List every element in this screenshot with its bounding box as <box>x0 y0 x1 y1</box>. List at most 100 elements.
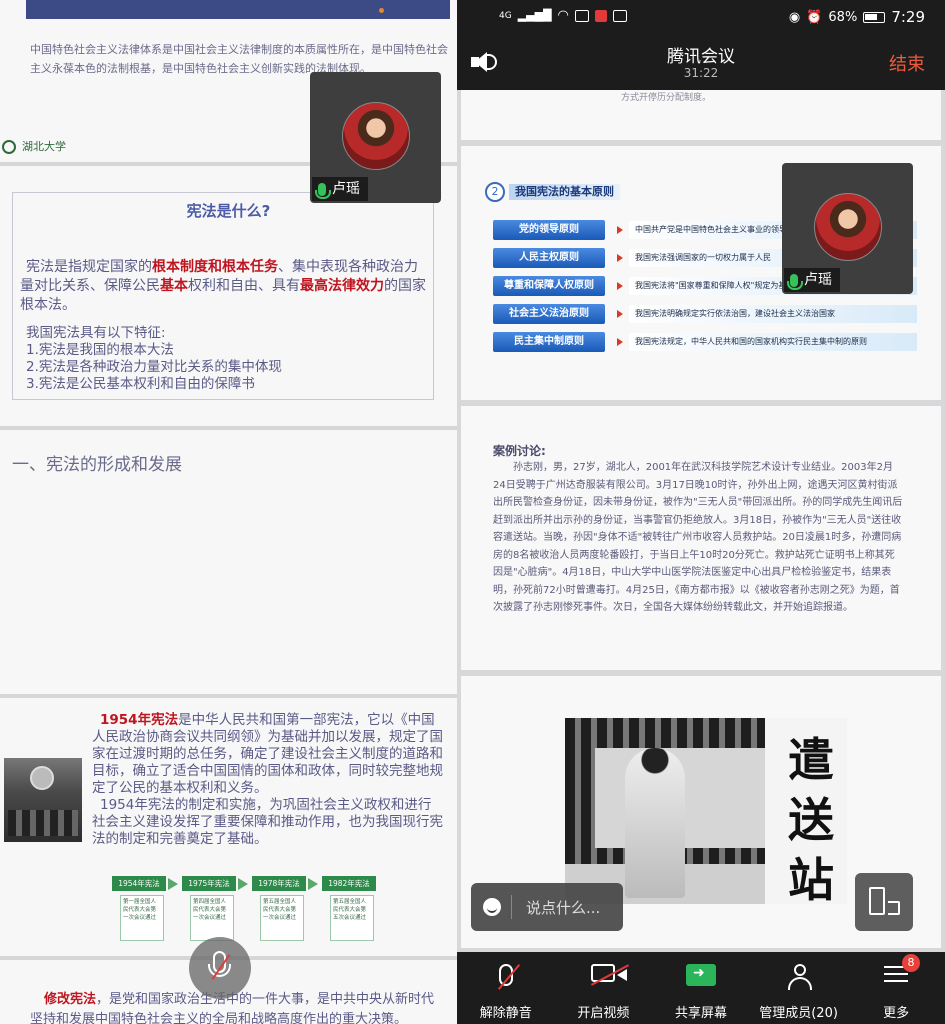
mic-active-icon <box>787 273 803 290</box>
principle-desc: 我国宪法规定，中华人民共和国的国家机构实行民主集中制的原则 <box>629 333 917 351</box>
principle-label: 民主集中制原则 <box>493 332 605 352</box>
timeline-item: 1978年宪法 第五届全国人民代表大会第一次会议通过 <box>252 876 306 941</box>
timeline-arrow-icon <box>238 878 248 890</box>
rotate-screen-button[interactable] <box>855 873 913 931</box>
constitution-1954-text: 1954年宪法是中华人民共和国第一部宪法，它以《中国人民政治协商会议共同纲领》为… <box>92 712 444 848</box>
sign-char: 送 <box>788 793 834 847</box>
status-bar: 4G ▂▄▆█ ◠ ◉ ⏰ 68% 7:29 <box>457 0 945 34</box>
meeting-timer: 31:22 <box>683 66 719 80</box>
participant-avatar <box>342 102 410 170</box>
timeline-desc: 第一届全国人民代表大会第一次会议通过 <box>120 895 164 941</box>
status-right: ◉ ⏰ 68% 7:29 <box>789 8 925 26</box>
signal-icon: ▂▄▆█ <box>517 9 552 22</box>
principle-label: 党的领导原则 <box>493 220 605 240</box>
shared-slide-case: 案例讨论: 孙志刚，男，27岁，湖北人，2001年在武汉科技学院艺术设计专业结业… <box>461 406 941 670</box>
recording-icon <box>594 9 607 22</box>
timeline-year: 1975年宪法 <box>182 876 236 891</box>
slide-top-text: 方式开停历分配制度。 <box>621 93 712 103</box>
photo-person <box>625 748 685 898</box>
emoji-icon[interactable] <box>483 898 501 916</box>
feature-item: 3.宪法是公民基本权利和自由的保障书 <box>26 376 255 392</box>
section-number: 2 <box>485 182 505 202</box>
toolbar-label: 共享屏幕 <box>674 1006 727 1021</box>
features-list: 我国宪法具有以下特征: 1.宪法是我国的根本大法 2.宪法是各种政治力量对比关系… <box>26 325 426 393</box>
manage-members-button[interactable]: 管理成员(20) <box>750 952 848 1024</box>
def-highlight: 基本 <box>160 278 188 294</box>
status-left: 4G ▂▄▆█ ◠ <box>499 8 627 23</box>
arrow-icon <box>617 254 623 262</box>
share-screen-icon <box>685 964 716 986</box>
battery-percent: 68% <box>828 9 858 25</box>
national-emblem-icon <box>30 766 54 790</box>
phone-portrait-icon <box>869 887 885 915</box>
text-highlight: 1954年宪法 <box>100 712 179 728</box>
mic-active-icon <box>315 182 331 199</box>
timeline-arrow-icon <box>168 878 178 890</box>
meeting-top-bar: 腾讯会议 31:22 结束 <box>457 34 945 90</box>
timeline-item: 1982年宪法 第五届全国人民代表大会第五次会议通过 <box>322 876 376 941</box>
arrow-icon <box>617 226 623 234</box>
toolbar-label: 管理成员(20) <box>759 1006 838 1021</box>
header-dot <box>379 8 384 13</box>
alarm-icon: ⏰ <box>806 9 823 25</box>
text-highlight: 修改宪法 <box>44 992 97 1007</box>
def-part: 宪法是指规定国家的 <box>26 259 152 275</box>
participant-video-tile[interactable]: 卢瑶 <box>782 163 913 294</box>
slide-2-title: 宪法是什么? <box>186 202 271 220</box>
case-text: 孙志刚，男，27岁，湖北人，2001年在武汉科技学院艺术设计专业结业。2003年… <box>493 462 903 613</box>
principle-label: 社会主义法治原则 <box>493 304 605 324</box>
participant-name-tag: 卢瑶 <box>784 268 840 292</box>
section-heading: 一、宪法的形成和发展 <box>12 455 182 475</box>
principle-label: 人民主权原则 <box>493 248 605 268</box>
timeline-year: 1978年宪法 <box>252 876 306 891</box>
timeline-desc: 第四届全国人民代表大会第一次会议通过 <box>190 895 234 941</box>
participant-video-tile[interactable]: 卢瑶 <box>310 72 441 203</box>
participant-avatar <box>814 193 882 261</box>
university-logo-text: 湖北大学 <box>22 140 66 153</box>
meeting-toolbar: 解除静音 开启视频 共享屏幕 管理成员(20) 8 更多 <box>457 952 945 1024</box>
chat-placeholder: 说点什么... <box>526 898 601 917</box>
university-logo: 湖北大学 <box>2 138 66 154</box>
meeting-title[interactable]: 腾讯会议 <box>457 42 945 67</box>
mic-muted-icon <box>497 964 520 990</box>
participant-name: 卢瑶 <box>804 272 832 288</box>
toolbar-label: 开启视频 <box>577 1006 630 1021</box>
feature-item: 2.宪法是各种政治力量对比关系的集中体现 <box>26 359 282 375</box>
case-title: 案例讨论: <box>493 444 546 458</box>
chat-input[interactable]: 说点什么... <box>471 883 623 931</box>
more-button[interactable]: 8 更多 <box>847 952 945 1024</box>
wifi-icon: ◠ <box>557 8 569 23</box>
shared-slide-top: 方式开停历分配制度。 <box>461 90 941 140</box>
members-icon <box>784 964 814 990</box>
sign-char: 遣 <box>788 733 834 787</box>
clock: 7:29 <box>891 8 925 26</box>
constitution-definition: 宪法是指规定国家的根本制度和根本任务、集中表现各种政治力量对比关系、保障公民基本… <box>20 258 430 315</box>
principle-desc: 我国宪法明确规定实行依法治国，建设社会主义法治国家 <box>629 305 917 323</box>
floating-mic-button[interactable] <box>189 937 251 999</box>
eye-icon: ◉ <box>788 9 801 25</box>
def-part: 权利和自由、具有 <box>188 278 300 294</box>
app-notification-icon <box>612 9 627 22</box>
slide-header-bar <box>26 0 450 19</box>
def-highlight: 最高法律效力 <box>300 278 384 294</box>
slide-3: 一、宪法的形成和发展 <box>0 430 457 694</box>
timeline-item: 1954年宪法 第一届全国人民代表大会第一次会议通过 <box>112 876 166 941</box>
arrow-icon <box>617 338 623 346</box>
unmute-button[interactable]: 解除静音 <box>457 952 555 1024</box>
people-silhouettes <box>8 810 78 836</box>
end-meeting-button[interactable]: 结束 <box>889 50 925 76</box>
network-indicator: 4G <box>499 10 512 21</box>
notification-badge: 8 <box>902 954 921 972</box>
constitution-timeline: 1954年宪法 第一届全国人民代表大会第一次会议通过 1975年宪法第四届全国人民… <box>112 876 412 946</box>
phone-landscape-icon <box>888 901 900 915</box>
paragraph-2: 1954年宪法的制定和实施，为巩固社会主义政权和进行社会主义建设发挥了重要保障和… <box>92 797 443 847</box>
def-highlight: 根本制度和根本任务 <box>152 259 278 275</box>
start-video-button[interactable]: 开启视频 <box>555 952 653 1024</box>
right-meeting-pane: 4G ▂▄▆█ ◠ ◉ ⏰ 68% 7:29 腾讯会议 31:22 结束 方式开… <box>457 0 945 1024</box>
timeline-desc: 第五届全国人民代表大会第五次会议通过 <box>330 895 374 941</box>
sign-char: 站 <box>788 853 834 904</box>
left-meeting-pane: 中国特色社会主义法律体系是中国社会主义法律制度的本质属性所在，是中国特色社会主义… <box>0 0 457 1024</box>
arrow-icon <box>617 310 623 318</box>
share-screen-button[interactable]: 共享屏幕 <box>652 952 750 1024</box>
feature-item: 1.宪法是我国的根本大法 <box>26 342 174 358</box>
